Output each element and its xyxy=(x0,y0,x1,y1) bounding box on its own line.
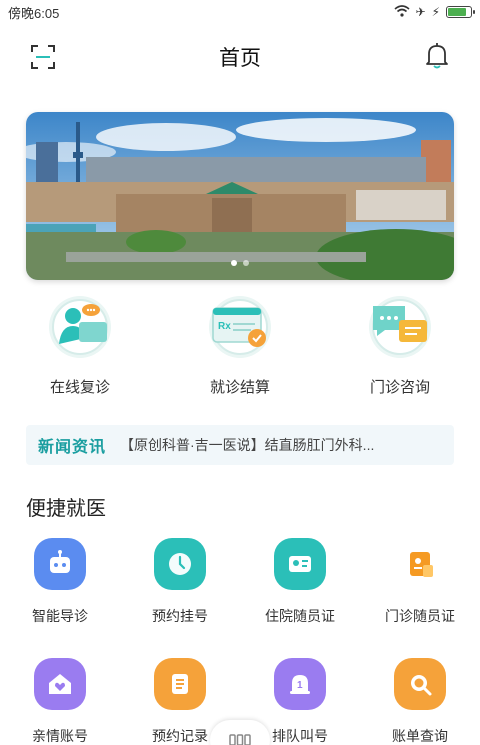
scan-button[interactable] xyxy=(30,44,56,70)
wifi-icon xyxy=(393,4,410,20)
consult-icon xyxy=(369,296,431,358)
bell-icon xyxy=(426,43,448,69)
carousel-indicator xyxy=(26,260,454,266)
status-time: 傍晚6:05 xyxy=(8,5,60,21)
notification-button[interactable] xyxy=(424,42,450,70)
page-title: 首页 xyxy=(219,47,261,70)
status-icons: ✈ ⚡ xyxy=(393,4,475,20)
quick-row-1: 智能导诊 预约挂号 住院随员证 门诊随员证 xyxy=(0,538,480,626)
service-label: 门诊咨询 xyxy=(369,379,430,396)
quick-item-label: 预约记录 xyxy=(152,728,208,744)
quick-item-bill-query[interactable]: 账单查询 xyxy=(360,658,480,745)
online-revisit-icon xyxy=(49,296,111,358)
service-settlement[interactable]: Rx 就诊结算 xyxy=(160,296,320,397)
hospital-photo xyxy=(26,112,454,280)
badge-icon xyxy=(394,538,446,590)
section-title: 便捷就医 xyxy=(26,498,106,520)
carousel-dot[interactable] xyxy=(231,260,237,266)
id-card-icon xyxy=(274,538,326,590)
airplane-icon: ✈ xyxy=(415,5,426,19)
banner-carousel[interactable] xyxy=(26,112,454,280)
svg-text:1: 1 xyxy=(297,680,303,691)
service-online-revisit[interactable]: 在线复诊 xyxy=(0,296,160,397)
quick-item-label: 预约挂号 xyxy=(152,608,208,624)
news-ticker[interactable]: 新闻资讯 【原创科普·吉一医说】结直肠肛门外科... xyxy=(26,425,454,465)
quick-item-label: 账单查询 xyxy=(392,728,448,744)
home-heart-icon xyxy=(34,658,86,710)
app-header: 首页 xyxy=(0,24,480,90)
quick-item-smart-guide[interactable]: 智能导诊 xyxy=(0,538,120,626)
svg-text:Rx: Rx xyxy=(218,321,231,332)
floating-menu-button[interactable] xyxy=(210,720,270,745)
quick-item-label: 门诊随员证 xyxy=(385,608,455,624)
quick-item-label: 亲情账号 xyxy=(32,728,88,744)
record-icon xyxy=(154,658,206,710)
service-consult[interactable]: 门诊咨询 xyxy=(320,296,480,397)
charging-icon: ⚡ xyxy=(431,5,440,19)
battery-icon xyxy=(446,6,475,18)
quick-item-label: 排队叫号 xyxy=(272,728,328,744)
queue-bell-icon: 1 xyxy=(274,658,326,710)
news-headline[interactable]: 【原创科普·吉一医说】结直肠肛门外科... xyxy=(120,435,374,455)
scan-icon xyxy=(31,45,55,69)
main-services: 在线复诊 Rx 就诊结算 门诊咨询 xyxy=(0,296,480,397)
quick-item-family-account[interactable]: 亲情账号 xyxy=(0,658,120,745)
quick-item-label: 智能导诊 xyxy=(32,608,88,624)
service-label: 就诊结算 xyxy=(209,379,270,396)
menu-icon xyxy=(229,734,251,745)
quick-item-inpatient-pass[interactable]: 住院随员证 xyxy=(240,538,360,626)
settlement-icon: Rx xyxy=(209,296,271,358)
quick-item-appointment[interactable]: 预约挂号 xyxy=(120,538,240,626)
clock-icon xyxy=(154,538,206,590)
search-bill-icon xyxy=(394,658,446,710)
quick-item-label: 住院随员证 xyxy=(265,608,335,624)
carousel-dot[interactable] xyxy=(243,260,249,266)
robot-icon xyxy=(34,538,86,590)
status-bar: 傍晚6:05 ✈ ⚡ xyxy=(0,0,480,24)
quick-item-outpatient-pass[interactable]: 门诊随员证 xyxy=(360,538,480,626)
service-label: 在线复诊 xyxy=(49,379,110,396)
news-tag: 新闻资讯 xyxy=(38,439,107,456)
